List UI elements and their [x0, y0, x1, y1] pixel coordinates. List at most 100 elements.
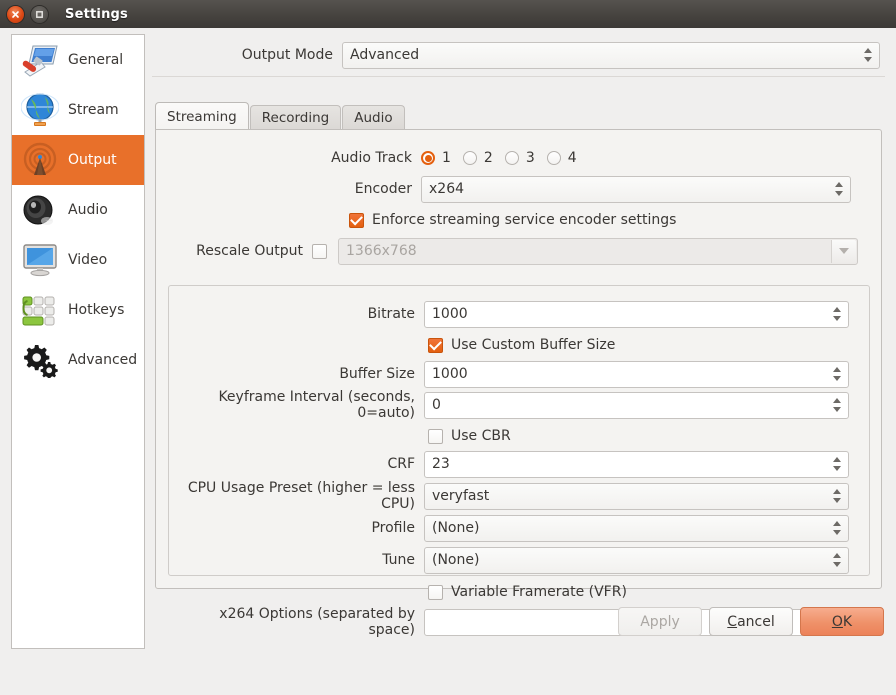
chevron-down-icon [831, 239, 856, 263]
enforce-settings-row[interactable]: Enforce streaming service encoder settin… [349, 206, 676, 234]
tab-recording[interactable]: Recording [249, 105, 342, 130]
spinner-arrows-icon[interactable] [860, 43, 876, 68]
settings-sidebar: General Stream Output Audio Video Hotkey… [11, 34, 145, 649]
tab-label: Streaming [167, 108, 237, 125]
audio-track-label: Audio Track [331, 150, 412, 166]
buffer-size-value: 1000 [432, 366, 468, 382]
encoder-label: Encoder [354, 181, 412, 197]
hotkeys-icon [18, 289, 62, 331]
output-mode-row: Output Mode Advanced [152, 40, 885, 70]
enforce-settings-label: Enforce streaming service encoder settin… [372, 212, 677, 228]
custom-buffer-size-checkbox[interactable] [428, 337, 443, 353]
sidebar-item-hotkeys[interactable]: Hotkeys [12, 285, 144, 335]
spinner-arrows-icon[interactable] [831, 177, 847, 202]
window-maximize-icon[interactable] [31, 5, 48, 23]
window-title: Settings [65, 6, 128, 22]
keyframe-interval-row: Keyframe Interval (seconds, 0=auto) 0 [169, 389, 859, 421]
rescale-output-checkbox[interactable] [312, 243, 327, 259]
output-mode-value: Advanced [350, 47, 420, 63]
use-cbr-row[interactable]: Use CBR [428, 422, 511, 450]
audio-track-radio-1[interactable] [421, 151, 435, 165]
custom-buffer-size-row[interactable]: Use Custom Buffer Size [428, 331, 615, 359]
buffer-size-label: Buffer Size [339, 366, 415, 382]
ok-button-label: OK [831, 613, 853, 630]
bitrate-spinbox[interactable]: 1000 [424, 300, 849, 328]
audio-icon [18, 189, 62, 231]
cancel-button-label: Cancel [727, 613, 775, 630]
audio-track-radio-4-label: 4 [567, 150, 577, 166]
spinner-arrows-icon[interactable] [829, 516, 845, 541]
cancel-button[interactable]: Cancel [709, 607, 793, 636]
cpu-usage-preset-combobox[interactable]: veryfast [424, 482, 849, 510]
tune-label: Tune [382, 552, 415, 568]
keyframe-interval-value: 0 [432, 397, 441, 413]
spinner-arrows-icon[interactable] [829, 302, 845, 327]
audio-track-radio-3-label: 3 [525, 150, 535, 166]
spinner-arrows-icon[interactable] [829, 548, 845, 573]
settings-content: Output Mode Advanced Streaming Recording… [152, 34, 885, 649]
cpu-usage-preset-row: CPU Usage Preset (higher = less CPU) ver… [169, 480, 859, 512]
tab-audio[interactable]: Audio [342, 105, 405, 130]
spinner-arrows-icon[interactable] [829, 484, 845, 509]
advanced-icon [18, 339, 62, 381]
audio-track-radio-2[interactable] [462, 151, 477, 165]
rescale-output-combobox: 1366x768 [338, 237, 858, 265]
audio-track-radio-4[interactable] [546, 151, 561, 165]
tab-label: Recording [261, 110, 330, 126]
buffer-size-row: Buffer Size 1000 [169, 360, 859, 388]
encoder-settings-group: Bitrate 1000 Use Custom Buffer Size Buff… [168, 285, 870, 638]
bitrate-value: 1000 [432, 306, 468, 322]
sidebar-item-video[interactable]: Video [12, 235, 144, 285]
sidebar-item-label: Video [68, 252, 108, 268]
window-titlebar: Settings [0, 0, 896, 28]
sidebar-item-label: Audio [68, 202, 108, 218]
apply-button[interactable]: Apply [618, 607, 702, 636]
rescale-output-value: 1366x768 [346, 243, 417, 259]
video-icon [18, 239, 62, 281]
audio-track-row: Audio Track 1 2 3 4 [156, 144, 871, 172]
audio-track-radio-1-label: 1 [442, 150, 451, 166]
crf-label: CRF [387, 456, 415, 472]
enforce-settings-checkbox[interactable] [349, 212, 364, 228]
crf-row: CRF 23 [169, 450, 859, 478]
sidebar-item-stream[interactable]: Stream [12, 85, 144, 135]
encoder-value: x264 [429, 181, 465, 197]
window-close-icon[interactable] [7, 5, 24, 23]
sidebar-item-advanced[interactable]: Advanced [12, 335, 144, 385]
crf-spinbox[interactable]: 23 [424, 450, 849, 478]
stream-icon [18, 89, 62, 131]
cpu-usage-preset-value: veryfast [432, 488, 490, 504]
spinner-arrows-icon[interactable] [829, 362, 845, 387]
sidebar-item-audio[interactable]: Audio [12, 185, 144, 235]
keyframe-interval-label: Keyframe Interval (seconds, 0=auto) [218, 389, 415, 421]
spinner-arrows-icon[interactable] [829, 452, 845, 477]
profile-combobox[interactable]: (None) [424, 514, 849, 542]
sidebar-item-general[interactable]: General [12, 35, 144, 85]
rescale-output-label: Rescale Output [196, 243, 303, 259]
ok-button[interactable]: OK [800, 607, 884, 636]
keyframe-interval-spinbox[interactable]: 0 [424, 391, 849, 419]
sidebar-item-label: Hotkeys [68, 302, 125, 318]
encoder-row: Encoder x264 [156, 175, 871, 203]
sidebar-item-label: Output [68, 152, 117, 168]
audio-track-radio-3[interactable] [504, 151, 519, 165]
apply-button-label: Apply [640, 613, 680, 630]
sidebar-item-output[interactable]: Output [12, 135, 144, 185]
sidebar-item-label: General [68, 52, 124, 68]
output-tabbar: Streaming Recording Audio [155, 102, 406, 130]
spinner-arrows-icon[interactable] [829, 393, 845, 418]
encoder-combobox[interactable]: x264 [421, 175, 851, 203]
output-icon [18, 139, 62, 181]
use-cbr-label: Use CBR [451, 428, 511, 444]
bitrate-label: Bitrate [367, 306, 415, 322]
tab-label: Audio [354, 110, 393, 126]
tune-combobox[interactable]: (None) [424, 546, 849, 574]
profile-value: (None) [432, 520, 480, 536]
profile-label: Profile [371, 520, 415, 536]
output-mode-combobox[interactable]: Advanced [342, 41, 880, 69]
use-cbr-checkbox[interactable] [428, 428, 443, 444]
header-divider [152, 76, 885, 77]
buffer-size-spinbox[interactable]: 1000 [424, 360, 849, 388]
tune-value: (None) [432, 552, 480, 568]
tab-streaming[interactable]: Streaming [155, 102, 249, 130]
